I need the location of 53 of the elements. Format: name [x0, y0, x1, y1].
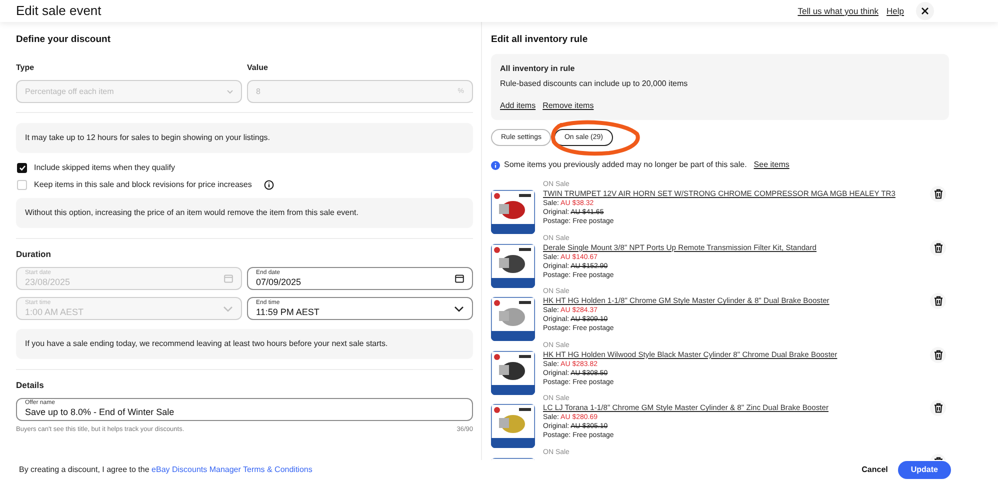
- trash-icon: [934, 296, 942, 306]
- close-button[interactable]: [916, 2, 934, 20]
- card-link[interactable]: Remove items: [542, 100, 594, 112]
- field-value: 11:59 PM AEST: [256, 306, 320, 318]
- calendar-icon: [224, 274, 233, 283]
- info-icon: [491, 160, 500, 170]
- delete-button[interactable]: [930, 240, 946, 256]
- delete-button[interactable]: [930, 186, 946, 202]
- field-value: Save up to 8.0% - End of Winter Sale: [25, 407, 176, 418]
- notice-banner: It may take up to 12 hours for sales to begin showing on your listings.: [16, 123, 473, 154]
- card-title: All inventory in rule: [500, 63, 576, 76]
- card-link[interactable]: Add items: [500, 100, 536, 112]
- trash-icon: [934, 403, 942, 414]
- trash-icon: [934, 189, 942, 200]
- section-heading: Details: [16, 379, 45, 392]
- field-value: 8: [256, 86, 262, 98]
- field-label: Type: [16, 62, 36, 74]
- info-text: Some items you previously added may no longer be part of this sale.: [504, 159, 747, 172]
- checkbox-label: Keep items in this sale and block revisions for price increases: [34, 179, 252, 192]
- trash-icon: [934, 350, 942, 360]
- card-text: Rule-based discounts can include up to 20,000 items: [500, 78, 689, 90]
- terms-text: By creating a discount, I agree to the eBay Discounts Manager Terms & Conditions: [19, 464, 314, 476]
- info-icon[interactable]: [264, 180, 274, 190]
- delete-button[interactable]: [930, 346, 946, 363]
- field-label: Value: [247, 62, 269, 74]
- chevron-icon: [223, 306, 233, 312]
- field-value: Percentage off each item: [25, 86, 115, 98]
- notice-banner: Without this option, increasing the price of an item would remove the item from this sale event.: [16, 198, 473, 228]
- notice-banner: If you have a sale ending today, we recommend leaving at least two hours before your next sale starts.: [16, 329, 473, 359]
- chevron-icon: [227, 90, 233, 94]
- window-title: Edit sale event: [16, 2, 102, 20]
- chevron-icon: [454, 306, 464, 312]
- close-icon: [921, 7, 929, 15]
- checkbox[interactable]: [17, 163, 27, 174]
- see-items-link[interactable]: See items: [754, 159, 790, 172]
- checkbox-label: Include skipped items when they qualify: [34, 162, 175, 174]
- trash-icon: [934, 242, 942, 253]
- update-button[interactable]: Update: [898, 461, 951, 479]
- check-icon: [18, 165, 26, 172]
- checkbox[interactable]: [17, 180, 27, 190]
- field-value: 07/09/2025: [256, 276, 302, 288]
- section-heading: Define your discount: [16, 33, 112, 47]
- section-heading: Duration: [16, 248, 52, 261]
- header-link[interactable]: Tell us what you think: [798, 4, 879, 18]
- delete-button[interactable]: [930, 400, 946, 416]
- field-value: 1:00 AM AEST: [25, 306, 85, 318]
- header-link[interactable]: Help: [886, 4, 904, 18]
- cancel-button[interactable]: Cancel: [858, 461, 892, 479]
- field-value: 23/08/2025: [25, 276, 72, 288]
- delete-button[interactable]: [930, 293, 946, 310]
- section-heading: Edit all inventory rule: [491, 33, 589, 47]
- calendar-icon: [455, 274, 464, 283]
- terms-link[interactable]: eBay Discounts Manager Terms & Conditions: [152, 465, 312, 474]
